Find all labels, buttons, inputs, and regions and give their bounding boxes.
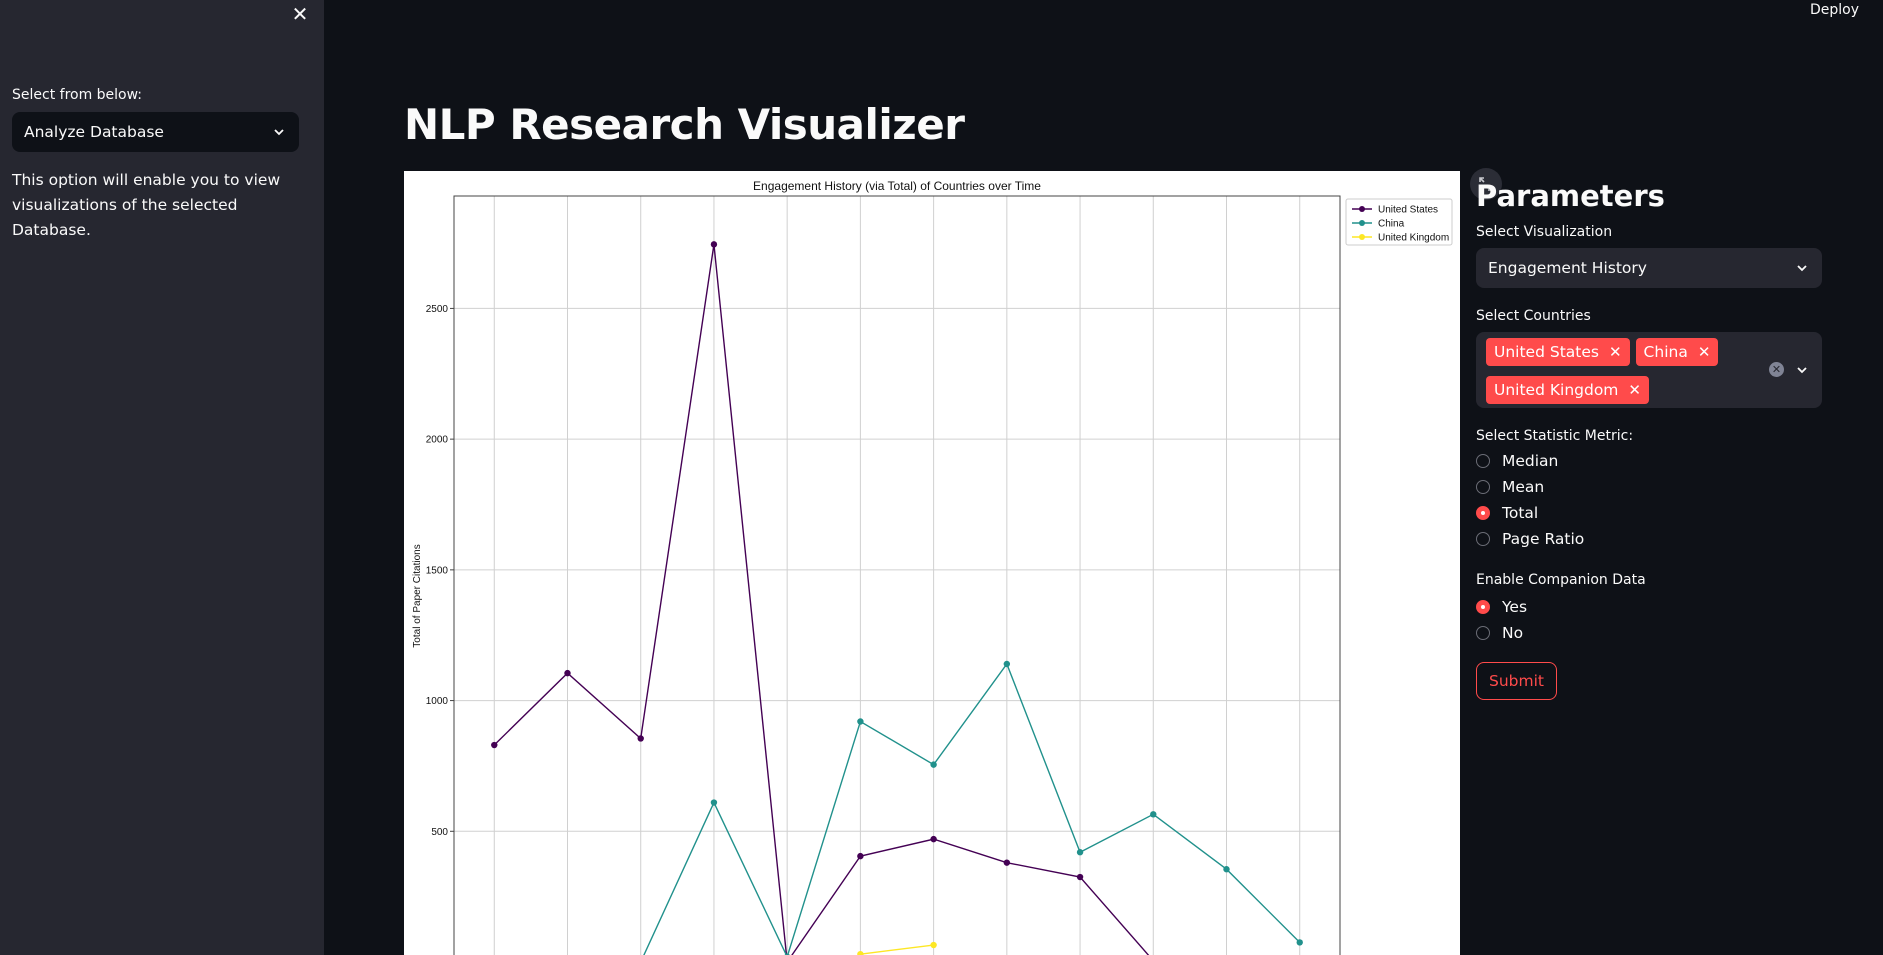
series-line <box>860 944 934 955</box>
country-tag-united-kingdom: United Kingdom ✕ <box>1486 376 1649 404</box>
radio-dot <box>1476 532 1490 546</box>
radio-label: Yes <box>1502 598 1528 616</box>
visualization-select[interactable]: Engagement History <box>1476 248 1822 288</box>
chart-legend: United States China United Kingdom <box>1345 198 1453 246</box>
chevron-down-icon <box>1794 260 1810 276</box>
radio-dot-selected <box>1476 600 1490 614</box>
metric-option-total[interactable]: Total <box>1476 500 1822 526</box>
parameters-panel: Parameters Select Visualization Engageme… <box>1476 170 1822 700</box>
y-tick-label: 500 <box>431 827 448 838</box>
data-point <box>1223 866 1230 873</box>
data-point <box>930 761 937 768</box>
data-point <box>1076 873 1084 881</box>
companion-radio-group: Yes No <box>1476 594 1822 646</box>
sidebar-select-value: Analyze Database <box>24 123 164 141</box>
radio-dot <box>1476 480 1490 494</box>
chart-panel: 500 1000 1500 2000 2500 Engagement History (… <box>404 171 1460 955</box>
data-point <box>1003 660 1011 668</box>
legend-label: China <box>1378 219 1405 230</box>
submit-button[interactable]: Submit <box>1476 662 1557 700</box>
series-line <box>643 662 1301 955</box>
y-tick-label: 1000 <box>426 696 449 707</box>
visualization-value: Engagement History <box>1488 259 1647 277</box>
metric-option-mean[interactable]: Mean <box>1476 474 1822 500</box>
data-point <box>710 799 718 806</box>
country-tag-united-states: United States ✕ <box>1486 338 1630 366</box>
radio-label: Page Ratio <box>1502 530 1585 548</box>
data-point <box>491 741 498 749</box>
countries-multiselect[interactable]: United States ✕ China ✕ United Kingdom ✕… <box>1476 332 1822 408</box>
radio-dot <box>1476 454 1490 468</box>
chevron-down-icon <box>271 124 287 140</box>
data-point <box>930 835 937 843</box>
data-point <box>710 241 718 248</box>
data-point <box>564 669 571 677</box>
remove-tag-icon[interactable]: ✕ <box>1609 343 1622 361</box>
data-point <box>857 950 864 955</box>
country-tag-label: China <box>1643 343 1688 361</box>
visualization-label: Select Visualization <box>1476 224 1613 240</box>
deploy-button[interactable]: Deploy <box>1810 2 1859 18</box>
legend-marker <box>1359 206 1365 212</box>
legend-marker <box>1359 234 1365 240</box>
country-tag-label: United Kingdom <box>1494 381 1619 399</box>
close-icon[interactable]: ✕ <box>288 2 312 26</box>
y-tick-label: 2000 <box>426 435 449 446</box>
data-point <box>1003 859 1011 866</box>
metric-label: Select Statistic Metric: <box>1476 428 1634 444</box>
companion-option-no[interactable]: No <box>1476 620 1822 646</box>
data-point <box>857 852 864 860</box>
clear-all-icon[interactable]: ✕ <box>1769 362 1784 377</box>
sidebar-description: This option will enable you to view visu… <box>12 171 281 239</box>
data-point <box>857 718 864 725</box>
legend-marker <box>1359 220 1365 226</box>
radio-label: Median <box>1502 452 1559 470</box>
y-tick-label: 1500 <box>426 565 449 576</box>
chart-title: Engagement History (via Total) of Countr… <box>753 179 1041 193</box>
sidebar-select-label: Select from below: <box>12 87 143 103</box>
country-tag-china: China ✕ <box>1635 338 1719 366</box>
y-axis-label: Total of Paper Citations <box>412 544 423 647</box>
remove-tag-icon[interactable]: ✕ <box>1628 381 1641 399</box>
engagement-chart: 500 1000 1500 2000 2500 Engagement History (… <box>412 179 1453 955</box>
data-point <box>1150 811 1157 818</box>
countries-label: Select Countries <box>1476 308 1591 324</box>
legend-label: United Kingdom <box>1378 233 1449 244</box>
data-point <box>637 735 644 742</box>
radio-dot <box>1476 626 1490 640</box>
data-point <box>1296 939 1303 946</box>
page-title: NLP Research Visualizer <box>404 100 965 149</box>
sidebar: ✕ Select from below: Analyze Database Th… <box>0 0 324 955</box>
chevron-down-icon[interactable] <box>1794 362 1810 378</box>
radio-label: Total <box>1502 504 1539 522</box>
metric-option-page-ratio[interactable]: Page Ratio <box>1476 526 1822 552</box>
data-point <box>930 941 937 949</box>
companion-option-yes[interactable]: Yes <box>1476 594 1822 620</box>
radio-dot-selected <box>1476 506 1490 520</box>
data-point <box>1076 849 1084 856</box>
parameters-heading: Parameters <box>1476 179 1665 213</box>
legend-label: United States <box>1378 205 1438 216</box>
radio-label: Mean <box>1502 478 1545 496</box>
metric-option-median[interactable]: Median <box>1476 448 1822 474</box>
remove-tag-icon[interactable]: ✕ <box>1698 343 1711 361</box>
sidebar-mode-select[interactable]: Analyze Database <box>12 112 299 152</box>
country-tag-label: United States <box>1494 343 1599 361</box>
companion-label: Enable Companion Data <box>1476 572 1646 588</box>
radio-label: No <box>1502 624 1524 642</box>
plot-frame <box>453 195 1341 955</box>
metric-radio-group: Median Mean Total Page Ratio <box>1476 448 1822 552</box>
y-tick-label: 2500 <box>426 304 449 315</box>
